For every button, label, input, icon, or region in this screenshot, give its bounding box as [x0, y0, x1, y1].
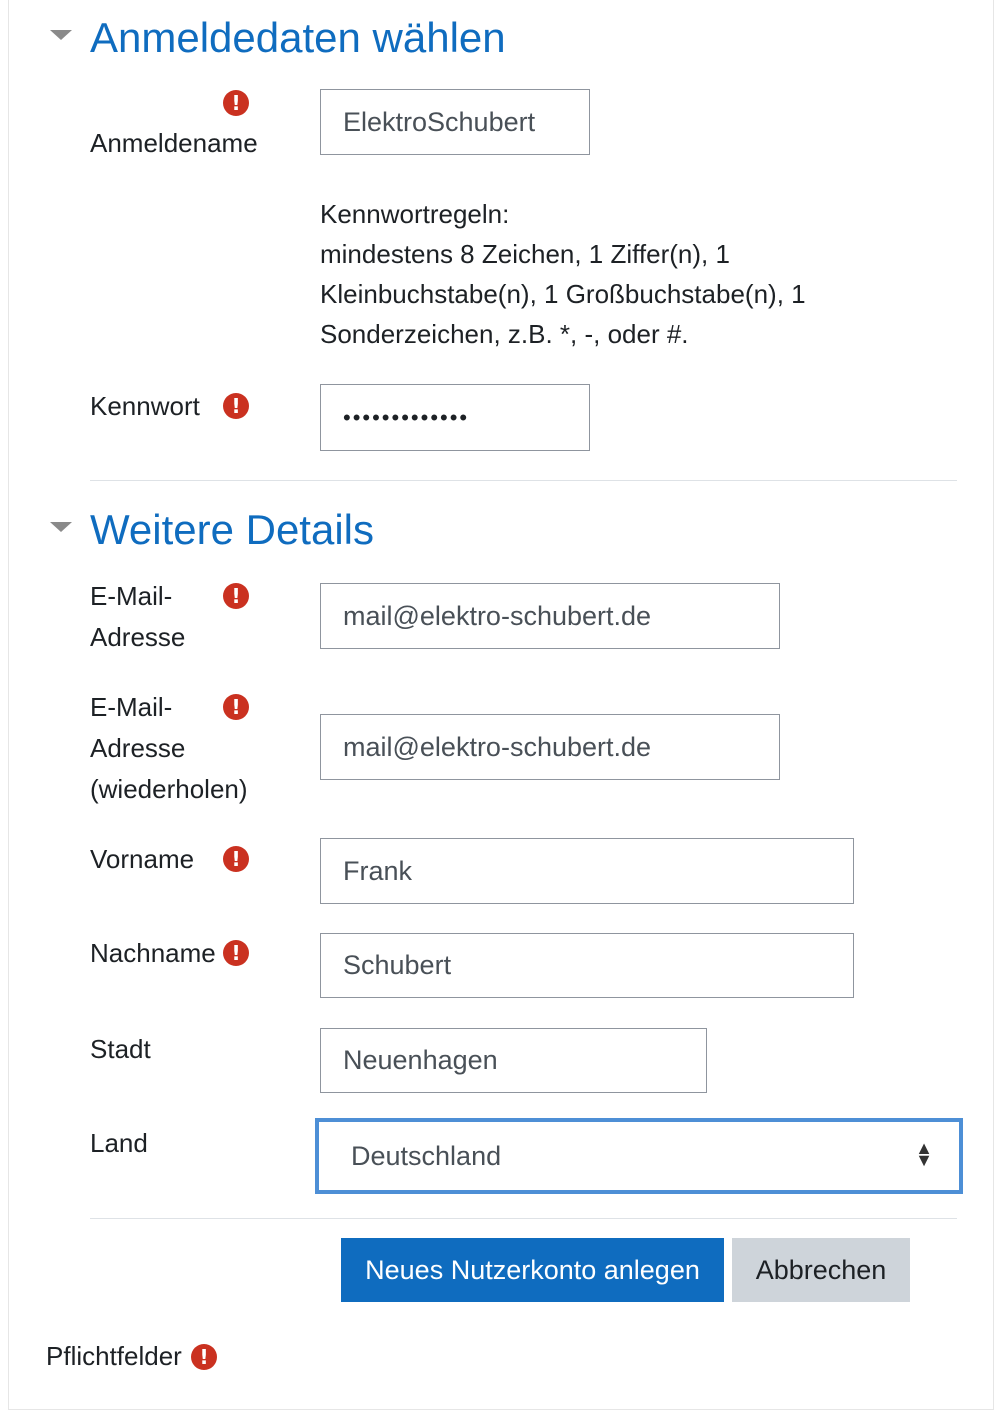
section-title-details[interactable]: Weitere Details	[90, 506, 374, 554]
lastname-input[interactable]: Schubert	[320, 933, 854, 998]
required-icon: !	[223, 846, 249, 872]
email-repeat-input[interactable]: mail@elektro-schubert.de	[320, 714, 780, 780]
sort-icon: ▲ ▼	[915, 1138, 933, 1170]
firstname-label: Vorname	[90, 844, 195, 874]
cancel-button[interactable]: Abbrechen	[732, 1238, 910, 1302]
required-fields-label: Pflichtfelder	[46, 1341, 182, 1371]
required-icon: !	[223, 694, 249, 720]
password-rules-line: Kleinbuchstabe(n), 1 Großbuchstabe(n), 1	[320, 279, 806, 309]
username-input[interactable]: ElektroSchubert	[320, 89, 590, 155]
password-rules-line: Sonderzeichen, z.B. *, -, oder #.	[320, 319, 689, 349]
email-label: E-Mail- Adresse	[90, 576, 185, 658]
username-label: Anmeldename	[90, 128, 258, 158]
section-divider	[90, 480, 957, 481]
password-rules: Kennwortregeln: mindestens 8 Zeichen, 1 …	[320, 194, 806, 354]
required-icon: !	[223, 583, 249, 609]
required-icon: !	[223, 940, 249, 966]
section-title-login[interactable]: Anmeldedaten wählen	[90, 14, 506, 62]
password-input[interactable]: •••••••••••••	[320, 384, 590, 451]
required-icon: !	[223, 393, 249, 419]
actions-divider	[90, 1218, 957, 1219]
password-rules-title: Kennwortregeln:	[320, 199, 510, 229]
required-icon: !	[223, 90, 249, 116]
email-label-line: E-Mail-	[90, 581, 173, 611]
email-repeat-label-line: (wiederholen)	[90, 774, 248, 804]
lastname-label: Nachname	[90, 938, 216, 968]
email-repeat-label-line: Adresse	[90, 733, 186, 763]
firstname-input[interactable]: Frank	[320, 838, 854, 904]
city-label: Stadt	[90, 1034, 151, 1064]
password-label: Kennwort	[90, 391, 200, 421]
email-label-line: Adresse	[90, 622, 186, 652]
required-icon: !	[191, 1344, 217, 1370]
section-toggle-caret-icon[interactable]	[50, 30, 72, 40]
password-rules-line: mindestens 8 Zeichen, 1 Ziffer(n), 1	[320, 239, 730, 269]
country-select-value: Deutschland	[351, 1140, 502, 1171]
email-input[interactable]: mail@elektro-schubert.de	[320, 583, 780, 649]
section-toggle-caret-icon[interactable]	[50, 522, 72, 532]
country-label: Land	[90, 1128, 148, 1158]
country-select[interactable]: Deutschland ▲ ▼	[315, 1118, 963, 1194]
create-account-button[interactable]: Neues Nutzerkonto anlegen	[341, 1238, 724, 1302]
city-input[interactable]: Neuenhagen	[320, 1028, 707, 1093]
